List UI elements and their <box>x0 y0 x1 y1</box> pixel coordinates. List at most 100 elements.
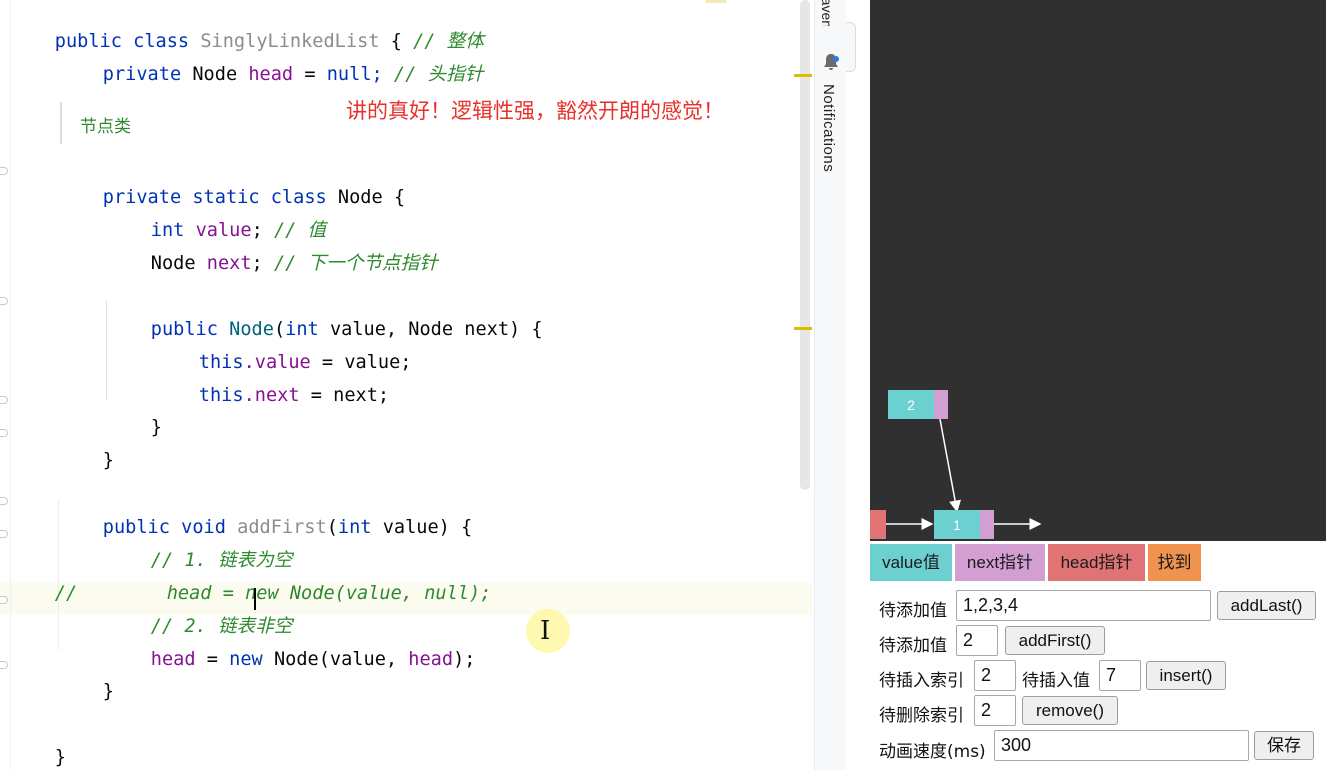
code-line[interactable]: public Node(int value, Node next) { <box>106 288 543 340</box>
node-value-label: 1 <box>953 517 961 533</box>
code-line[interactable]: // 1. 链表为空 <box>106 519 293 571</box>
remove-button[interactable]: remove() <box>1022 696 1118 725</box>
insert-button[interactable]: insert() <box>1146 661 1226 690</box>
code-line[interactable]: } <box>58 419 114 471</box>
panel-resize-handle[interactable] <box>846 22 856 72</box>
node-next-cell <box>934 390 948 419</box>
fold-marker[interactable] <box>0 167 8 175</box>
ibeam-cursor-icon: I <box>540 616 551 646</box>
code-line[interactable]: public class SinglyLinkedList { // 整体 <box>10 0 484 52</box>
code-line[interactable]: } <box>58 650 114 702</box>
notifications-tab[interactable]: Notifications <box>820 84 837 172</box>
legend-found: 找到 <box>1148 544 1201 581</box>
brace: } <box>102 681 114 702</box>
comment: // 下一个节点指针 <box>273 253 438 274</box>
head-pointer-cell <box>870 510 886 539</box>
save-button[interactable]: 保存 <box>1254 731 1314 760</box>
fold-marker[interactable] <box>0 497 8 505</box>
text-caret <box>254 588 256 610</box>
maven-tool-tab[interactable]: Maven <box>815 0 847 26</box>
code-line[interactable]: head = new Node(value, head); <box>106 618 476 670</box>
operator: = <box>195 649 230 670</box>
code-line[interactable]: // head = new Node(value, null); <box>10 552 492 604</box>
field-name: head <box>150 649 196 670</box>
fold-marker[interactable] <box>0 596 8 604</box>
code-line[interactable]: private Node head = null; // 头指针 <box>58 33 484 85</box>
inlay-hint: 节点类 <box>80 117 131 137</box>
legend-next: next指针 <box>955 544 1045 581</box>
field-name: next <box>206 253 252 274</box>
field-name: head <box>248 64 294 85</box>
keyword: private <box>102 64 182 85</box>
list-node: 2 <box>888 390 948 419</box>
keyword: new <box>229 649 263 670</box>
insert-index-label: 待插入索引 <box>879 671 964 691</box>
code-line[interactable]: this.value = value; <box>154 321 412 373</box>
paren: ( <box>326 517 338 538</box>
warning-marker[interactable] <box>794 74 812 77</box>
legend-head: head指针 <box>1048 544 1145 581</box>
code-text: Node(value, <box>262 649 409 670</box>
insert-index-input[interactable]: 2 <box>974 660 1016 691</box>
semicolon: ; <box>251 253 263 274</box>
linked-list-visualizer: 2 1 value值 next指针 head指针 找到 待添加值 1,2,3,4… <box>870 0 1326 770</box>
danmaku-comment: 讲的真好！逻辑性强，豁然开朗的感觉！ <box>346 99 724 123</box>
insert-value-input[interactable]: 7 <box>1099 660 1141 691</box>
params: value) { <box>371 517 473 538</box>
remove-index-input[interactable]: 2 <box>974 695 1016 726</box>
fold-marker[interactable] <box>0 396 8 404</box>
class-name: Node <box>337 187 383 208</box>
list-node: 1 <box>934 510 994 539</box>
add-first-button[interactable]: addFirst() <box>1005 626 1105 655</box>
add-first-label: 待添加值 <box>879 636 947 656</box>
code-text: = next; <box>299 385 390 406</box>
maven-tab-label: Maven <box>819 0 835 26</box>
animation-speed-label: 动画速度(ms) <box>879 742 986 762</box>
keyword: int <box>337 517 372 538</box>
code-line[interactable]: this.next = next; <box>154 354 389 406</box>
remove-index-label: 待删除索引 <box>879 706 964 726</box>
right-tool-strip: Maven Notifications <box>814 0 846 770</box>
add-last-input[interactable]: 1,2,3,4 <box>956 590 1211 621</box>
panel-gap <box>846 0 870 770</box>
animation-speed-input[interactable]: 300 <box>994 730 1249 761</box>
warning-marker[interactable] <box>794 327 812 330</box>
brace: } <box>102 450 114 471</box>
error-stripe-marker <box>706 0 726 3</box>
code-line[interactable]: public void addFirst(int value) { <box>58 486 472 538</box>
type-name: Node <box>192 64 238 85</box>
insert-value-label: 待插入值 <box>1022 671 1090 691</box>
fold-marker[interactable] <box>0 429 8 437</box>
fold-marker[interactable] <box>0 530 8 538</box>
list-diagram: 2 1 <box>870 390 1042 539</box>
next-pointer-arrow <box>939 418 961 513</box>
type-name: Node <box>150 253 196 274</box>
bell-icon[interactable] <box>821 52 841 76</box>
brace: { <box>393 187 406 208</box>
literal: null; <box>326 64 383 85</box>
field-name: head <box>408 649 454 670</box>
code-line[interactable]: } <box>106 386 162 438</box>
brace: } <box>54 747 66 768</box>
node-next-cell <box>980 510 994 539</box>
gutter-guide <box>10 0 11 770</box>
inlay-hint-bar <box>60 102 62 144</box>
add-last-button[interactable]: addLast() <box>1217 591 1316 620</box>
code-line[interactable]: Node next; // 下一个节点指针 <box>106 222 438 274</box>
fold-marker[interactable] <box>0 297 8 305</box>
fold-marker[interactable] <box>0 661 8 669</box>
comment: // 头指针 <box>393 64 484 85</box>
animation-canvas: 2 1 <box>870 0 1326 541</box>
brace: } <box>150 417 162 438</box>
code-line[interactable]: } <box>10 716 66 768</box>
code-text: ); <box>453 649 476 670</box>
node-value-label: 2 <box>907 397 915 413</box>
operator: = <box>304 64 316 85</box>
keyword: this <box>198 385 244 406</box>
code-editor[interactable]: public class SinglyLinkedList { // 整体 pr… <box>0 0 814 770</box>
code-line[interactable]: // 2. 链表非空 <box>106 585 293 637</box>
legend-value: value值 <box>870 544 952 581</box>
add-first-input[interactable]: 2 <box>956 625 998 656</box>
code-line[interactable]: int value; // 值 <box>106 189 326 241</box>
code-line[interactable]: private static class Node { <box>58 156 405 208</box>
